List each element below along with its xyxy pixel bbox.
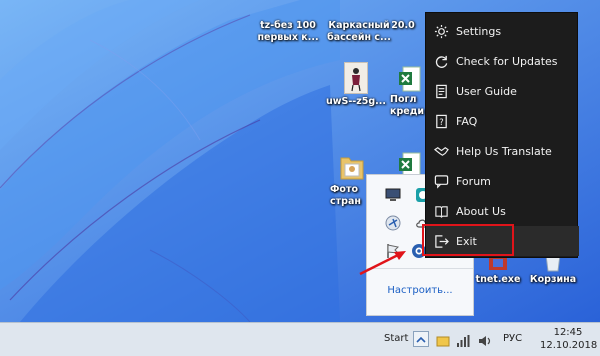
document-icon (273, 0, 303, 18)
svg-text:?: ? (439, 116, 443, 126)
menu-item-label: Settings (456, 24, 502, 38)
guide-icon (426, 76, 456, 106)
desktop-icon-label: uwS--z5g... (325, 96, 387, 107)
context-menu: Settings Check for Updates User Guide ? … (425, 12, 579, 258)
image-file-icon (344, 62, 368, 94)
word-document-icon (344, 0, 374, 18)
signal-icon[interactable] (456, 333, 470, 347)
desktop-icon-200[interactable]: 20.0 (378, 0, 428, 32)
menu-item-label: Forum (456, 174, 491, 188)
menu-item-help-translate[interactable]: Help Us Translate (426, 136, 579, 166)
exit-highlight-box (422, 224, 514, 256)
language-indicator[interactable]: РУС (503, 333, 522, 344)
monitor-icon[interactable] (385, 187, 401, 203)
forum-icon (426, 166, 456, 196)
desktop-icon-tz[interactable]: tz-без 100 первых к... (252, 0, 324, 44)
menu-item-label: FAQ (456, 114, 478, 128)
menu-item-forum[interactable]: Forum (426, 166, 579, 196)
clock-date: 12.10.2018 (540, 340, 598, 351)
taskbar: Start РУС 12:45 12.10.2018 (0, 322, 600, 356)
refresh-icon (426, 46, 456, 76)
faq-icon: ? (426, 106, 456, 136)
excel-icon (399, 66, 421, 92)
menu-item-user-guide[interactable]: User Guide (426, 76, 579, 106)
about-icon (426, 196, 456, 226)
handshake-icon (426, 136, 456, 166)
volume-icon[interactable] (478, 333, 492, 347)
red-arrow-annotation (359, 251, 406, 276)
tray-overflow-button[interactable] (413, 331, 429, 347)
desktop-icon-label: tz-без 100 первых к... (257, 20, 319, 43)
menu-item-label: User Guide (456, 84, 517, 98)
desktop-icon-label: 20.0 (391, 20, 415, 31)
menu-item-about-us[interactable]: About Us (426, 196, 579, 226)
desktop-icon-pogl[interactable]: Погл креди (390, 66, 430, 118)
customize-link[interactable]: Настроить... (367, 285, 473, 296)
folder-icon (388, 0, 418, 18)
clock-time: 12:45 (553, 327, 583, 338)
desktop-icon-label: Корзина (529, 274, 577, 285)
menu-item-check-updates[interactable]: Check for Updates (426, 46, 579, 76)
menu-item-settings[interactable]: Settings (426, 16, 579, 46)
gear-icon (426, 16, 456, 46)
menu-item-label: About Us (456, 204, 506, 218)
network-icon[interactable] (385, 215, 401, 231)
start-button[interactable]: Start (384, 333, 408, 344)
menu-item-label: Check for Updates (456, 54, 558, 68)
menu-item-faq[interactable]: ? FAQ (426, 106, 579, 136)
desktop-icon-uws[interactable]: uwS--z5g... (320, 62, 392, 108)
desktop-icon-label: Погл креди (390, 94, 425, 117)
clock[interactable]: 12:45 12.10.2018 (540, 326, 598, 352)
folder-icon[interactable] (436, 333, 450, 347)
folder-icon (339, 152, 365, 182)
menu-item-label: Help Us Translate (456, 144, 552, 158)
